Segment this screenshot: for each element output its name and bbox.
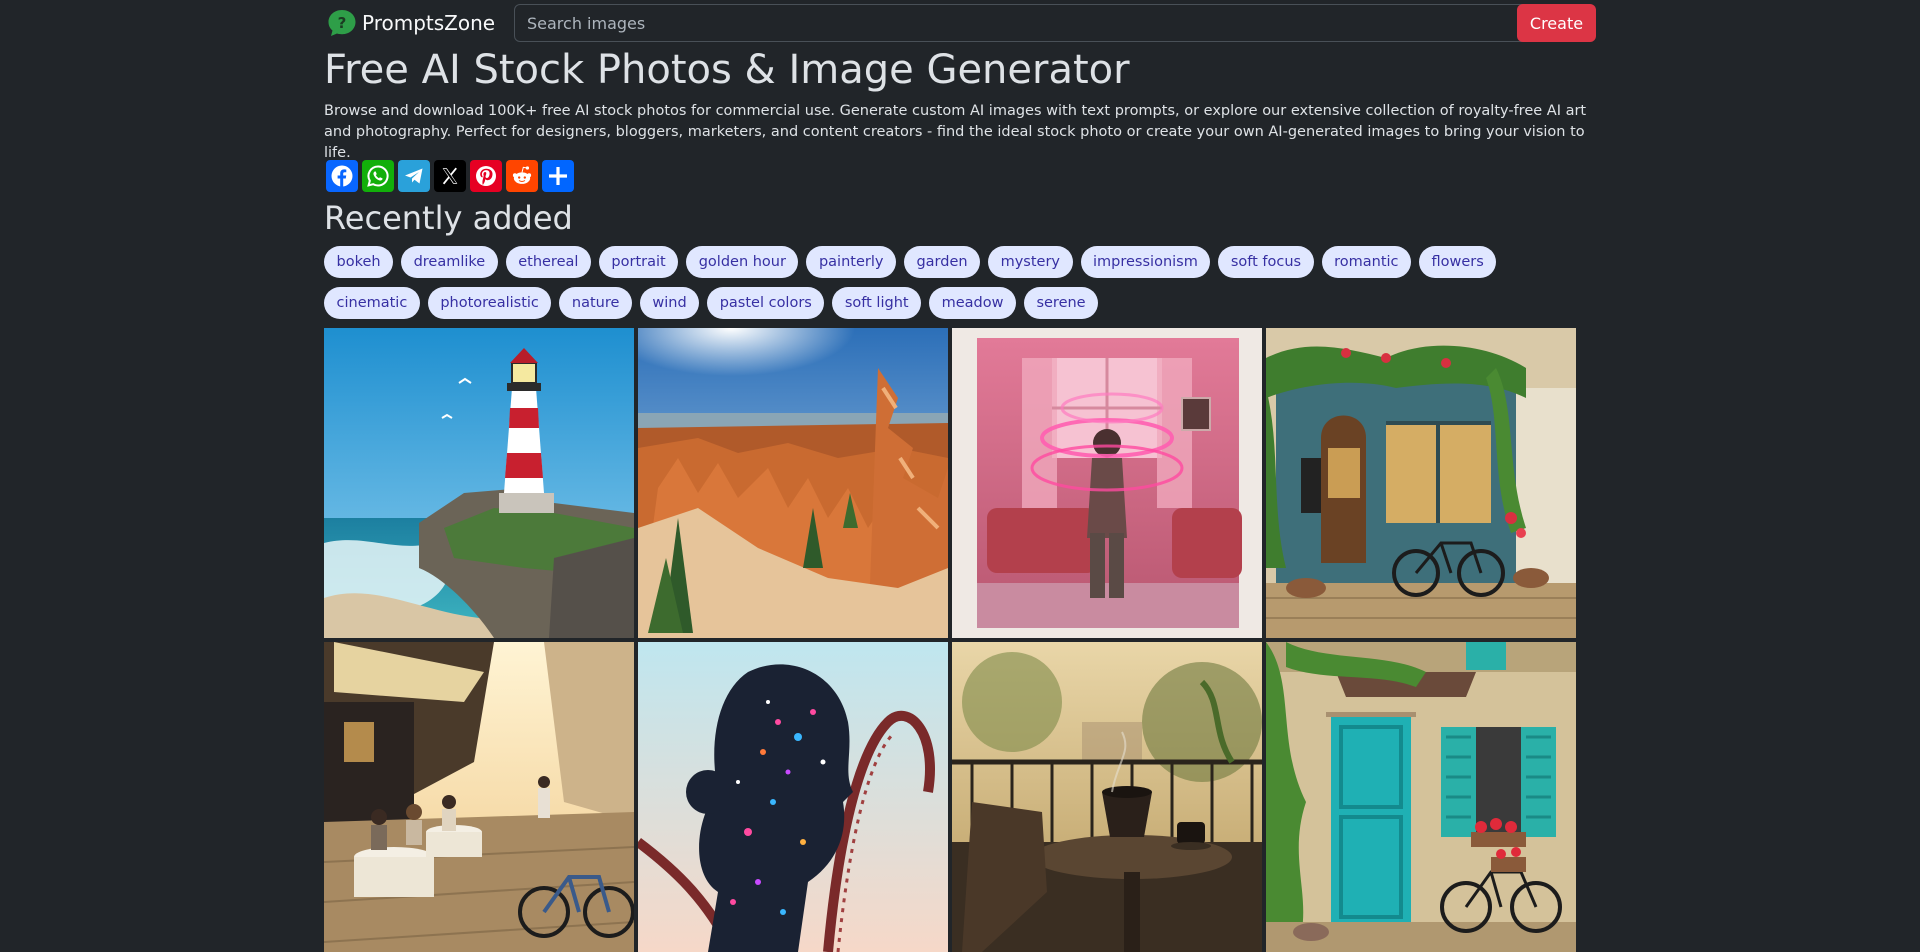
share-telegram-button[interactable] bbox=[398, 160, 430, 192]
plus-icon bbox=[549, 167, 567, 185]
lighthouse-image bbox=[324, 328, 634, 638]
create-button[interactable]: Create bbox=[1517, 4, 1596, 42]
x-icon bbox=[442, 167, 458, 185]
logo-icon: ? bbox=[328, 10, 356, 36]
share-bar bbox=[326, 160, 574, 192]
share-more-button[interactable] bbox=[542, 160, 574, 192]
brand-name: PromptsZone bbox=[362, 11, 496, 35]
image-tile[interactable] bbox=[1266, 328, 1576, 638]
tag-nature[interactable]: nature bbox=[559, 287, 632, 319]
tag-golden-hour[interactable]: golden hour bbox=[686, 246, 799, 278]
pink-light-image bbox=[952, 328, 1262, 638]
image-tile[interactable] bbox=[638, 642, 948, 952]
svg-text:?: ? bbox=[338, 14, 347, 32]
share-reddit-button[interactable] bbox=[506, 160, 538, 192]
share-pinterest-button[interactable] bbox=[470, 160, 502, 192]
tag-soft-focus[interactable]: soft focus bbox=[1218, 246, 1314, 278]
share-whatsapp-button[interactable] bbox=[362, 160, 394, 192]
telegram-icon bbox=[405, 168, 423, 184]
tag-ethereal[interactable]: ethereal bbox=[505, 246, 591, 278]
page-description: Browse and download 100K+ free AI stock … bbox=[324, 103, 1587, 161]
search-input[interactable] bbox=[514, 4, 1537, 42]
tag-pastel-colors[interactable]: pastel colors bbox=[707, 287, 825, 319]
tag-serene[interactable]: serene bbox=[1023, 287, 1099, 319]
image-grid bbox=[324, 328, 1576, 952]
tag-flowers[interactable]: flowers bbox=[1419, 246, 1497, 278]
pinterest-icon bbox=[476, 166, 496, 186]
image-tile[interactable] bbox=[324, 328, 634, 638]
image-tile[interactable] bbox=[952, 642, 1262, 952]
canyon-image bbox=[638, 328, 948, 638]
tag-mystery[interactable]: mystery bbox=[988, 246, 1073, 278]
ivy-cafe-image bbox=[1266, 328, 1576, 638]
tag-wind[interactable]: wind bbox=[639, 287, 700, 319]
image-tile[interactable] bbox=[952, 328, 1262, 638]
navbar: ? PromptsZone Create bbox=[324, 4, 1596, 42]
tag-impressionism[interactable]: impressionism bbox=[1080, 246, 1211, 278]
tag-cinematic[interactable]: cinematic bbox=[324, 287, 420, 319]
tag-romantic[interactable]: romantic bbox=[1321, 246, 1412, 278]
teal-door-image bbox=[1266, 642, 1576, 952]
tag-garden[interactable]: garden bbox=[903, 246, 981, 278]
tag-photorealistic[interactable]: photorealistic bbox=[427, 287, 552, 319]
image-tile[interactable] bbox=[638, 328, 948, 638]
section-title: Recently added bbox=[324, 199, 573, 237]
tag-meadow[interactable]: meadow bbox=[929, 287, 1016, 319]
image-tile[interactable] bbox=[1266, 642, 1576, 952]
tag-bokeh[interactable]: bokeh bbox=[324, 246, 394, 278]
tag-portrait[interactable]: portrait bbox=[598, 246, 679, 278]
page-title: Free AI Stock Photos & Image Generator bbox=[324, 47, 1130, 93]
tag-dreamlike[interactable]: dreamlike bbox=[401, 246, 498, 278]
share-facebook-button[interactable] bbox=[326, 160, 358, 192]
tag-painterly[interactable]: painterly bbox=[806, 246, 896, 278]
facebook-icon bbox=[331, 165, 353, 187]
image-tile[interactable] bbox=[324, 642, 634, 952]
balcony-coffee-image bbox=[952, 642, 1262, 952]
tag-list: bokeh dreamlike ethereal portrait golden… bbox=[324, 246, 1596, 319]
brand-link[interactable]: ? PromptsZone bbox=[326, 8, 495, 38]
whatsapp-icon bbox=[367, 165, 389, 187]
street-cafe-image bbox=[324, 642, 634, 952]
share-x-button[interactable] bbox=[434, 160, 466, 192]
reddit-icon bbox=[512, 166, 532, 184]
tag-soft-light[interactable]: soft light bbox=[832, 287, 922, 319]
cosmic-woman-image bbox=[638, 642, 948, 952]
